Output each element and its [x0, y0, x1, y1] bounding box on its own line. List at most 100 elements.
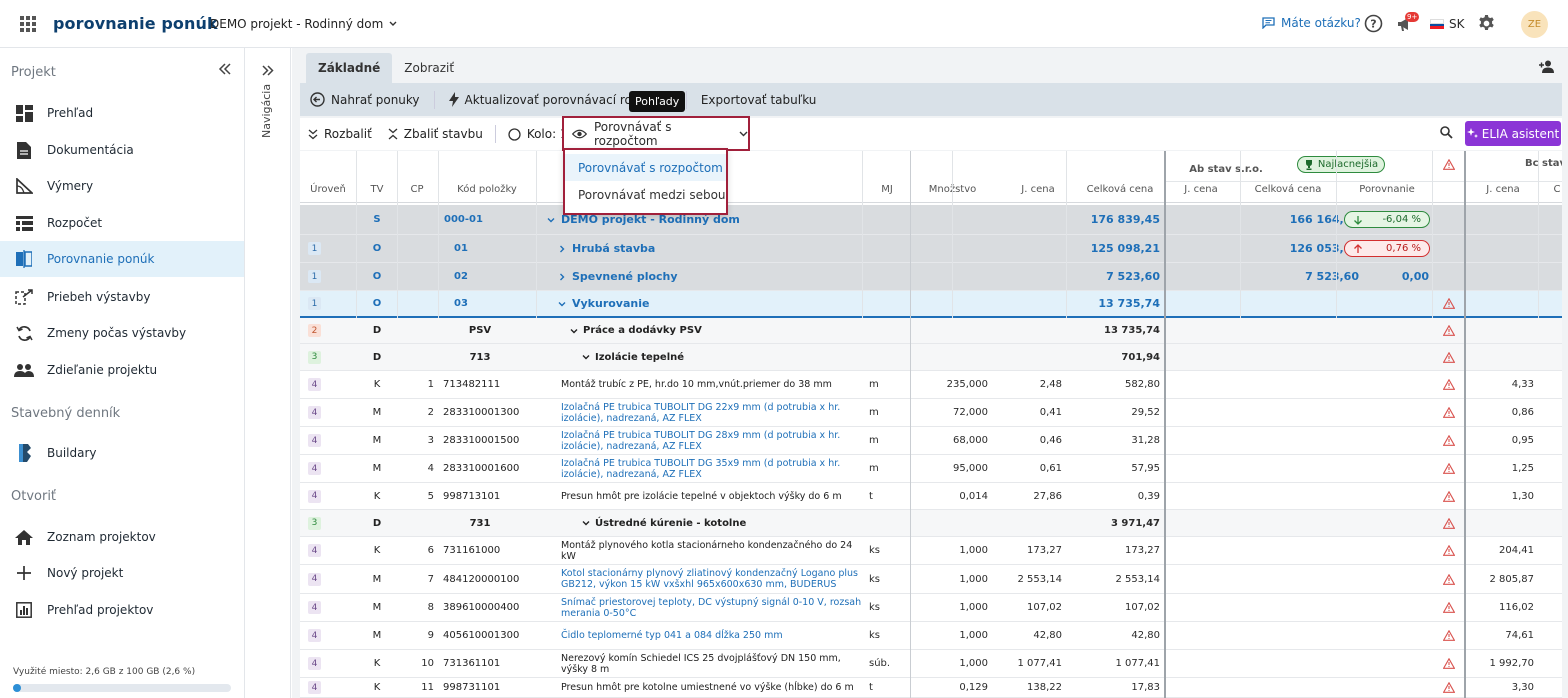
col-header-o1-total[interactable]: Celková cena: [1250, 184, 1326, 195]
chevron-right-icon[interactable]: [558, 245, 566, 253]
col-header-level[interactable]: Úroveň: [308, 184, 348, 195]
offer2-unit-cell: [1466, 291, 1534, 316]
table-row[interactable]: 3 D 731 Ústredné kúrenie - kotolne 3 971,47: [300, 510, 1562, 537]
view-option-budget[interactable]: Porovnávať s rozpočtom: [565, 154, 726, 181]
table-row[interactable]: 4 K 11 998731101 Presun hmôt pre kotolne umi…: [300, 678, 1562, 698]
item-name-cell: Práce a dodávky PSV: [570, 318, 865, 343]
chevron-right-icon[interactable]: [558, 273, 566, 281]
offer2-unit-cell: 2 805,87: [1489, 573, 1534, 585]
tab-zobrazit[interactable]: Zobraziť: [392, 53, 466, 83]
table-row[interactable]: 4 K 1 713482111 Montáž trubíc z PE, hr.do 10…: [300, 371, 1562, 399]
level-cell: 1: [308, 263, 324, 290]
offer2-unit-cell: 0,95: [1511, 435, 1534, 446]
table-row[interactable]: 4 M 8 389610000400 Snímač priestorovej teplo…: [300, 594, 1562, 622]
navigation-label[interactable]: Navigácia: [260, 84, 273, 138]
sidebar-item-label: Zmeny počas výstavby: [47, 326, 187, 340]
compare-icon: [14, 249, 34, 269]
table-row[interactable]: S 000-01 DEMO projekt - Rodinný dom 176 839…: [300, 205, 1562, 235]
level-cell: 3: [308, 344, 324, 370]
chevron-down-icon[interactable]: [570, 327, 578, 335]
sidebar-item-zmeny[interactable]: Zmeny počas výstavby: [0, 315, 244, 351]
sidebar-item-buildary[interactable]: Buildary: [0, 435, 244, 471]
code-cell: 731361101: [443, 658, 501, 669]
table-row[interactable]: 4 M 4 283310001600 Izolačná PE trubica TUBOL…: [300, 455, 1562, 483]
table-row[interactable]: 4 K 5 998713101 Presun hmôt pre izolácie tep…: [300, 483, 1562, 510]
col-header-o2-total[interactable]: C: [1552, 184, 1562, 195]
level-cell: 3: [308, 510, 324, 536]
code-cell: 000-01: [444, 214, 483, 225]
expand-all-button[interactable]: Rozbaliť: [300, 127, 380, 141]
upload-offers-button[interactable]: Nahrať ponuky: [300, 92, 430, 107]
search-icon[interactable]: [1440, 126, 1453, 139]
add-user-icon[interactable]: [1539, 60, 1555, 73]
apps-grid-icon[interactable]: [20, 16, 36, 32]
budget-icon: [14, 213, 34, 233]
mj-cell: [869, 318, 899, 343]
table-row[interactable]: 4 M 7 484120000100 Kotol stacionárny plynový…: [300, 565, 1562, 594]
table-row[interactable]: 4 K 10 731361101 Nerezový komín Schiedel ICS…: [300, 650, 1562, 678]
table-row[interactable]: 1 O 03 Vykurovanie 13 735,74: [300, 291, 1562, 318]
unit-price-cell: 173,27: [1027, 545, 1062, 556]
level-cell: 4: [308, 483, 324, 509]
col-header-o1-unit[interactable]: J. cena: [1176, 184, 1226, 195]
col-header-total[interactable]: Celková cena: [1080, 184, 1160, 195]
table-row[interactable]: 3 D 713 Izolácie tepelné 701,94: [300, 344, 1562, 371]
expand-navigation-icon[interactable]: [262, 65, 274, 76]
sidebar-item-priebeh-vystavby[interactable]: Priebeh výstavby: [0, 279, 244, 315]
col-header-o2-unit[interactable]: J. cena: [1478, 184, 1528, 195]
help-link[interactable]: Máte otázku?: [1262, 16, 1361, 30]
mj-cell: ks: [869, 573, 881, 585]
question-icon[interactable]: ?: [1364, 14, 1383, 33]
col-header-code[interactable]: Kód položky: [447, 184, 527, 195]
sidebar-item-vymery[interactable]: Výmery: [0, 168, 244, 204]
table-row[interactable]: 1 O 01 Hrubá stavba 125 098,21 126 053,93 0,76…: [300, 235, 1562, 263]
level-cell: 1: [308, 291, 324, 316]
col-header-tv[interactable]: TV: [366, 184, 388, 195]
col-header-mj[interactable]: MJ: [872, 184, 902, 195]
collapse-building-button[interactable]: Zbaliť stavbu: [380, 127, 491, 141]
table-row[interactable]: 4 M 2 283310001300 Izolačná PE trubica TUBOL…: [300, 399, 1562, 427]
home-icon: [14, 527, 34, 547]
sidebar-item-zdielanie[interactable]: Zdieľanie projektu: [0, 352, 244, 388]
table-row[interactable]: 4 M 3 283310001500 Izolačná PE trubica TUBOL…: [300, 427, 1562, 455]
mj-cell: t: [869, 682, 873, 693]
export-table-button[interactable]: Exportovať tabuľku: [691, 93, 827, 107]
table-row[interactable]: 1 O 02 Spevnené plochy 7 523,60 7 523,60 0,00: [300, 263, 1562, 291]
level-cell: 4: [308, 537, 324, 564]
gear-icon[interactable]: [1477, 14, 1496, 33]
tab-zakladne[interactable]: Základné: [306, 53, 393, 83]
sidebar-item-novy-projekt[interactable]: Nový projekt: [0, 555, 244, 591]
table-row[interactable]: 4 M 9 405610001300 Čidlo teplomerné typ 041 …: [300, 622, 1562, 650]
storage-text: Využité miesto: 2,6 GB z 100 GB (2,6 %): [13, 667, 196, 677]
tv-cell: M: [372, 602, 382, 613]
item-name: Presun hmôt pre kotolne umiestnené vo vý…: [561, 682, 854, 693]
elia-assistant-button[interactable]: ELIA asistent: [1465, 121, 1561, 146]
table-row[interactable]: 4 K 6 731161000 Montáž plynového kotla staci…: [300, 537, 1562, 565]
collapse-sidebar-icon[interactable]: [218, 63, 232, 75]
sidebar-item-rozpocet[interactable]: Rozpočet: [0, 205, 244, 241]
offer2-unit-cell: 74,61: [1505, 630, 1534, 641]
col-header-unit-price[interactable]: J. cena: [1013, 184, 1063, 195]
sidebar-item-porovnanie-ponuk[interactable]: Porovnanie ponúk: [0, 241, 244, 277]
view-option-between[interactable]: Porovnávať medzi sebou: [565, 181, 726, 208]
chevron-down-icon[interactable]: [582, 519, 590, 527]
sidebar-item-zoznam-projektov[interactable]: Zoznam projektov: [0, 519, 244, 555]
storage-bar-fill: [13, 684, 21, 692]
avatar[interactable]: ZE: [1521, 11, 1548, 38]
language-selector[interactable]: SK: [1430, 17, 1465, 31]
tv-cell: M: [372, 435, 382, 446]
project-selector[interactable]: DEMO projekt - Rodinný dom: [210, 17, 397, 31]
level-cell: 4: [308, 455, 324, 482]
col-header-cp[interactable]: CP: [406, 184, 428, 195]
chevron-down-icon[interactable]: [582, 353, 590, 361]
sidebar-item-prehlad[interactable]: Prehľad: [0, 95, 244, 131]
chevron-down-icon[interactable]: [547, 216, 555, 224]
warning-icon: [1443, 427, 1455, 454]
sidebar-item-prehlad-projektov[interactable]: Prehľad projektov: [0, 592, 244, 628]
sidebar-item-dokumentacia[interactable]: Dokumentácia: [0, 132, 244, 168]
level-badge: 4: [308, 544, 321, 557]
chevron-down-icon[interactable]: [558, 300, 566, 308]
col-header-o1-compare[interactable]: Porovnanie: [1348, 184, 1426, 195]
table-row[interactable]: 2 D PSV Práce a dodávky PSV 13 735,74: [300, 318, 1562, 344]
view-mode-dropdown[interactable]: Porovnávať s rozpočtom: [562, 116, 750, 151]
